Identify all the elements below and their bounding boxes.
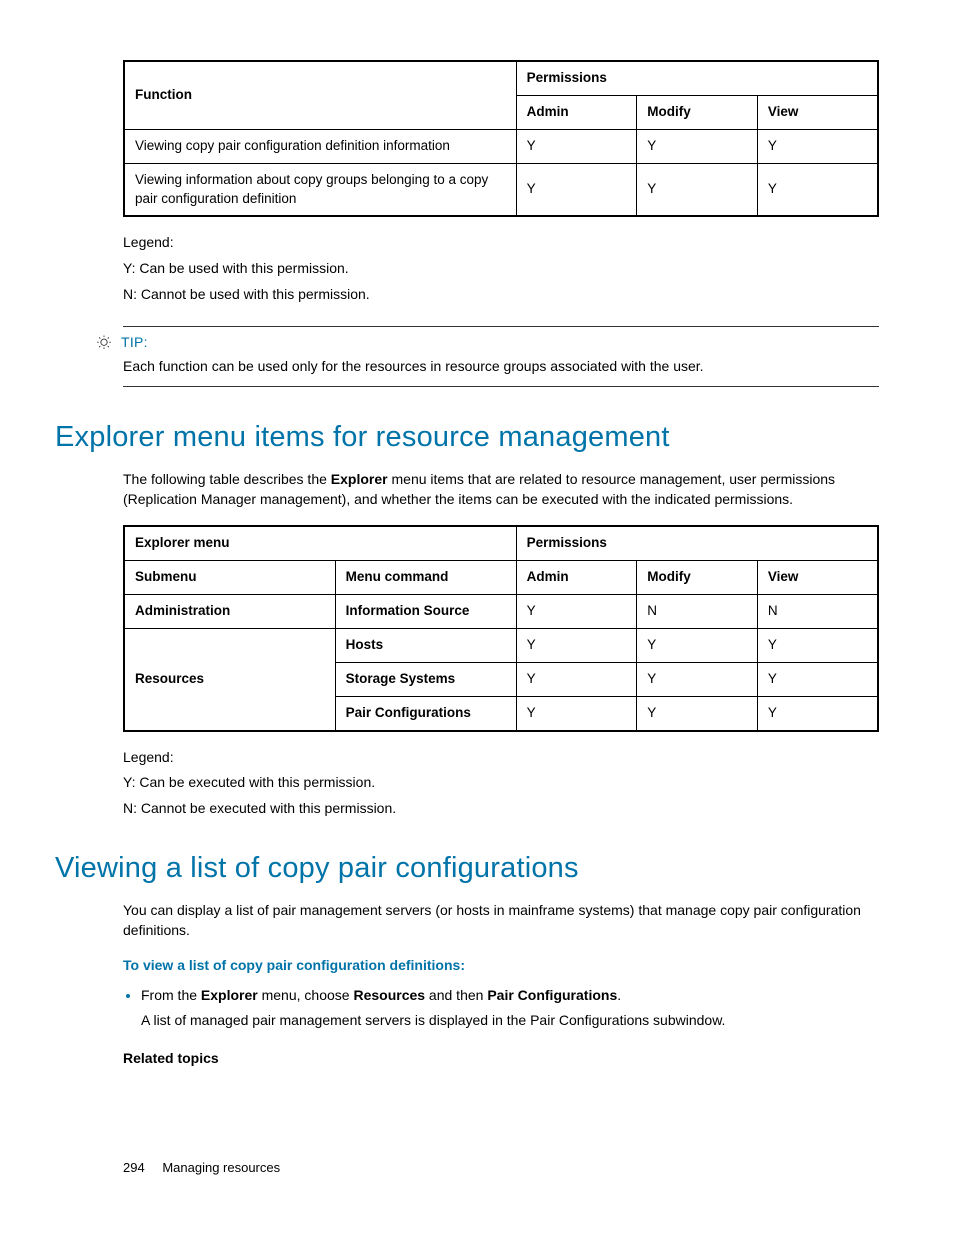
cell-view: Y [757,628,878,662]
cell-cmd: Information Source [335,594,516,628]
section1-intro: The following table describes the Explor… [123,470,879,509]
th-function: Function [124,61,516,129]
text: and then [425,987,487,1003]
th-view: View [757,561,878,595]
th-permissions: Permissions [516,526,878,560]
text-bold: Pair Configurations [487,987,617,1003]
th-menu-command: Menu command [335,561,516,595]
bullet-subtext: A list of managed pair management server… [141,1011,879,1031]
table-row: Administration Information Source Y N N [124,594,878,628]
bullet-list: From the Explorer menu, choose Resources… [123,986,879,1031]
tip-label: TIP: [121,333,148,353]
th-explorer-menu: Explorer menu [124,526,516,560]
text: From the [141,987,201,1003]
list-item: From the Explorer menu, choose Resources… [141,986,879,1031]
permissions-table-1: Function Permissions Admin Modify View V… [123,60,879,217]
text: . [617,987,621,1003]
cell-submenu: Resources [124,628,335,730]
tip-rule-bottom [123,386,879,387]
cell-admin: Y [516,594,637,628]
table-row: Viewing copy pair configuration definiti… [124,129,878,163]
th-admin: Admin [516,95,637,129]
cell-admin: Y [516,662,637,696]
page-number: 294 [123,1160,145,1175]
text-bold: Resources [353,987,425,1003]
cell-submenu: Administration [124,594,335,628]
cell-function: Viewing copy pair configuration definiti… [124,129,516,163]
th-modify: Modify [637,95,758,129]
cell-view: Y [757,163,878,216]
legend-n: N: Cannot be executed with this permissi… [123,799,879,819]
heading-viewing-list: Viewing a list of copy pair configuratio… [55,848,879,889]
th-view: View [757,95,878,129]
th-permissions: Permissions [516,61,878,95]
legend-title: Legend: [123,748,879,768]
legend-y: Y: Can be used with this permission. [123,259,879,279]
cell-view: Y [757,129,878,163]
footer-title: Managing resources [162,1160,280,1175]
cell-admin: Y [516,129,637,163]
cell-modify: Y [637,696,758,730]
cell-admin: Y [516,163,637,216]
legend-y: Y: Can be executed with this permission. [123,773,879,793]
tip-block: TIP: Each function can be used only for … [123,326,879,387]
th-submenu: Submenu [124,561,335,595]
legend-title: Legend: [123,233,879,253]
section2-subhead: To view a list of copy pair configuratio… [123,956,879,976]
legend-1: Legend: Y: Can be used with this permiss… [123,233,879,304]
cell-view: Y [757,662,878,696]
th-admin: Admin [516,561,637,595]
page-footer: 294 Managing resources [123,1159,280,1177]
lightbulb-icon [95,334,113,352]
legend-2: Legend: Y: Can be executed with this per… [123,748,879,819]
cell-admin: Y [516,628,637,662]
table-row: Resources Hosts Y Y Y [124,628,878,662]
related-topics-heading: Related topics [123,1049,879,1069]
cell-view: Y [757,696,878,730]
text: menu, choose [258,987,354,1003]
cell-modify: Y [637,129,758,163]
text: The following table describes the [123,471,331,487]
cell-cmd: Hosts [335,628,516,662]
cell-modify: Y [637,163,758,216]
cell-view: N [757,594,878,628]
legend-n: N: Cannot be used with this permission. [123,285,879,305]
cell-admin: Y [516,696,637,730]
heading-explorer-menu: Explorer menu items for resource managem… [55,417,879,458]
cell-modify: N [637,594,758,628]
tip-text: Each function can be used only for the r… [123,357,879,377]
cell-cmd: Pair Configurations [335,696,516,730]
table-row: Viewing information about copy groups be… [124,163,878,216]
text-bold: Explorer [331,471,388,487]
cell-cmd: Storage Systems [335,662,516,696]
cell-function: Viewing information about copy groups be… [124,163,516,216]
text-bold: Explorer [201,987,258,1003]
section2-intro: You can display a list of pair managemen… [123,901,879,940]
cell-modify: Y [637,628,758,662]
th-modify: Modify [637,561,758,595]
tip-rule-top [123,326,879,327]
permissions-table-2: Explorer menu Permissions Submenu Menu c… [123,525,879,731]
cell-modify: Y [637,662,758,696]
